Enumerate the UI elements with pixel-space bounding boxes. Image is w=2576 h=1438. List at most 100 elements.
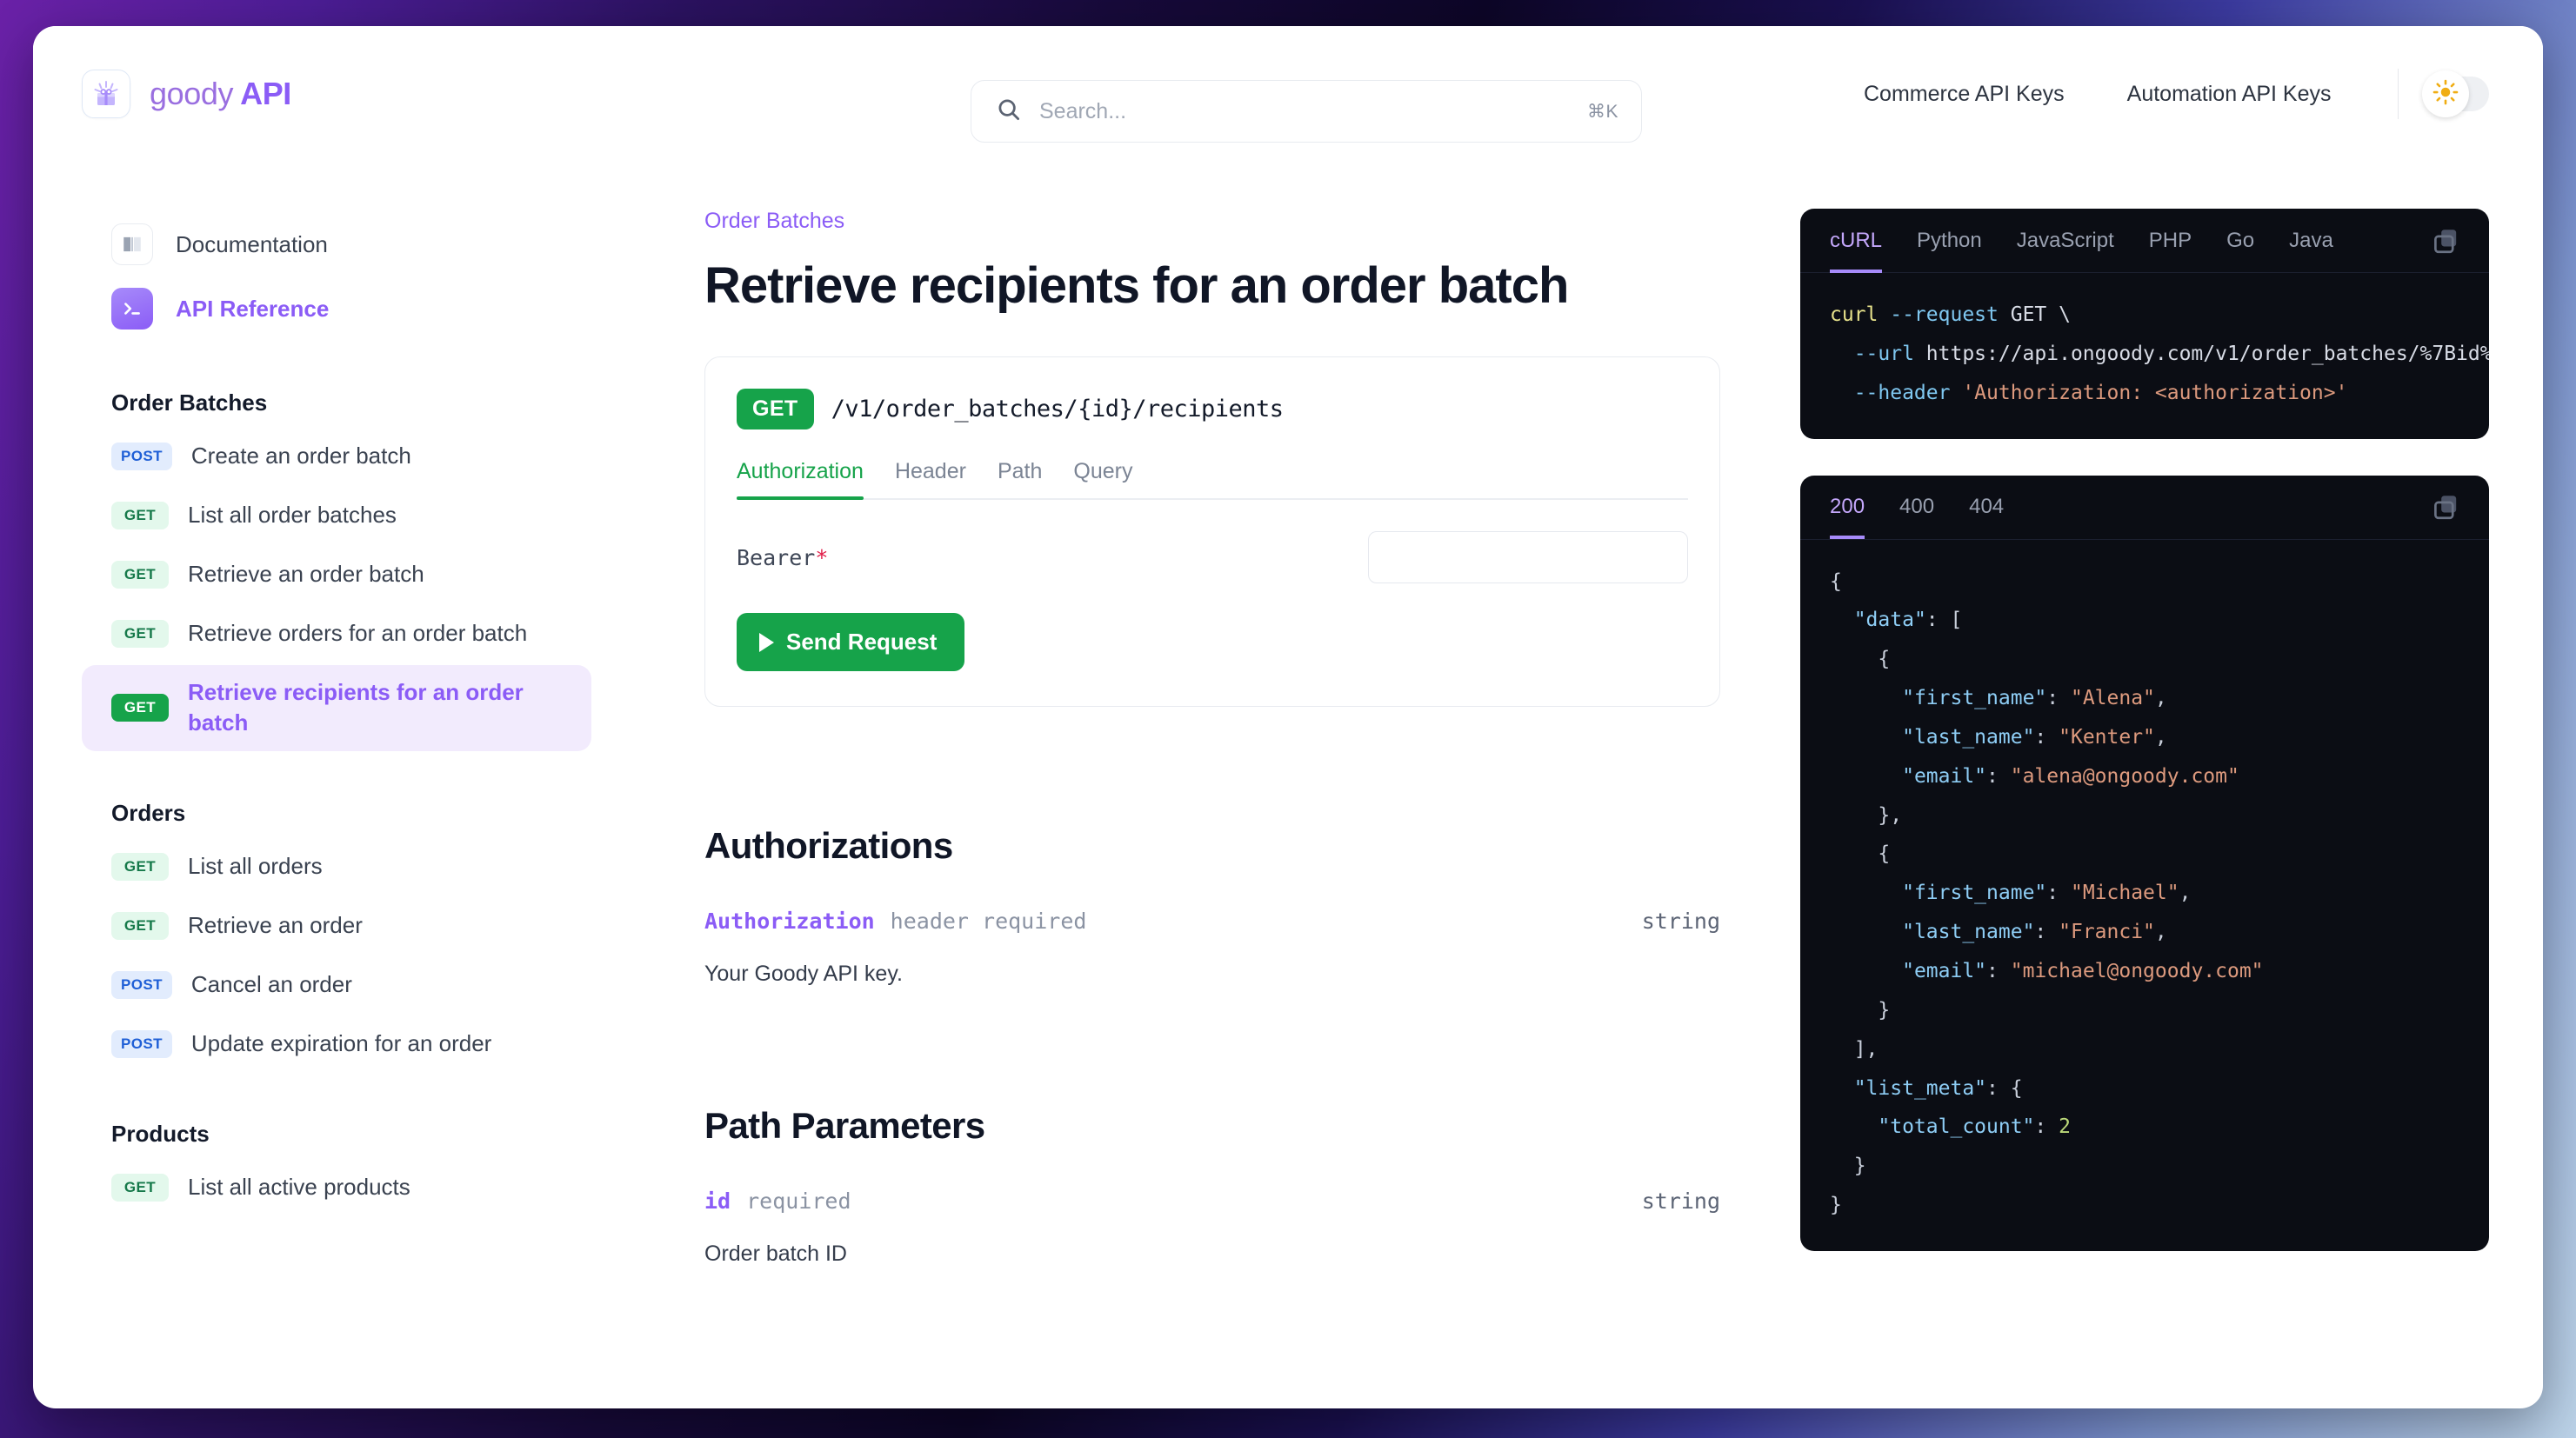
sidebar-item-create-an-order-batch[interactable]: POST Create an order batch <box>82 429 591 484</box>
curl-flag-url: --url <box>1830 342 1914 365</box>
json-line: "list_meta": { <box>1853 1076 2023 1100</box>
tab-header[interactable]: Header <box>895 459 966 498</box>
curl-header-value: 'Authorization: <authorization>' <box>1950 381 2348 404</box>
tab-php[interactable]: PHP <box>2149 209 2192 273</box>
param-type: string <box>1641 1188 1720 1214</box>
method-badge: GET <box>111 853 169 882</box>
json-line: "total_count": 2 <box>1878 1115 2071 1139</box>
nav-commerce-api-keys[interactable]: Commerce API Keys <box>1832 82 2096 107</box>
json-line: "first_name": "Alena", <box>1902 687 2167 710</box>
sidebar-item-label: Create an order batch <box>190 443 411 469</box>
sidebar-group-title-products: Products <box>111 1120 210 1147</box>
sidebar-item-label: List all active products <box>188 1173 410 1200</box>
param-name: Authorization <box>704 909 875 934</box>
json-line: }, <box>1878 803 1903 827</box>
tab-status-404[interactable]: 404 <box>1969 476 2004 540</box>
sidebar-item-label: Retrieve an order batch <box>188 560 424 587</box>
tab-javascript[interactable]: JavaScript <box>2017 209 2114 273</box>
method-badge: GET <box>111 694 169 722</box>
tab-curl[interactable]: cURL <box>1830 209 1883 273</box>
sidebar-item-label: List all orders <box>188 853 323 880</box>
terminal-icon <box>111 288 153 330</box>
brand-wordmark: goody API <box>150 76 291 112</box>
param-description: Order batch ID <box>704 1242 847 1266</box>
param-row-authorization: Authorization header required string <box>704 909 1720 934</box>
curl-flag-header: --header <box>1830 381 1951 404</box>
json-line: "last_name": "Franci", <box>1902 921 2167 944</box>
param-description: Your Goody API key. <box>704 962 903 986</box>
sidebar: Documentation API Reference Order Batche… <box>82 162 612 1408</box>
sidebar-item-api-reference[interactable]: API Reference <box>82 276 591 341</box>
sidebar-item-label: Retrieve an order <box>188 912 363 939</box>
sidebar-item-label: Retrieve orders for an order batch <box>188 619 528 646</box>
curl-method: GET \ <box>1998 303 2071 326</box>
curl-cmd: curl <box>1830 303 1879 326</box>
search-icon <box>996 97 1022 127</box>
bearer-input[interactable] <box>1368 531 1688 583</box>
tab-python[interactable]: Python <box>1917 209 1982 273</box>
bearer-field-row: Bearer* <box>737 531 1688 583</box>
tab-go[interactable]: Go <box>2226 209 2254 273</box>
playground-tabs: Authorization Header Path Query <box>737 459 1688 500</box>
tab-java[interactable]: Java <box>2289 209 2333 273</box>
search-box[interactable]: Search... ⌘K <box>971 80 1642 143</box>
sidebar-item-cancel-an-order[interactable]: POST Cancel an order <box>82 957 591 1013</box>
sidebar-item-label: API Reference <box>176 295 330 322</box>
copy-icon[interactable] <box>2426 488 2465 526</box>
main-layout: Documentation API Reference Order Batche… <box>33 162 2543 1408</box>
send-request-button[interactable]: Send Request <box>737 613 965 671</box>
theme-toggle[interactable] <box>2422 70 2489 117</box>
endpoint-row: GET /v1/order_batches/{id}/recipients <box>737 389 1688 429</box>
bearer-field-label: Bearer* <box>737 544 829 570</box>
breadcrumb[interactable]: Order Batches <box>704 209 1760 234</box>
language-tabs: cURL Python JavaScript PHP Go Java <box>1800 209 2489 273</box>
json-line: "email": "michael@ongoody.com" <box>1902 959 2264 982</box>
search-input[interactable]: Search... <box>1039 99 1570 124</box>
method-badge: GET <box>111 560 169 589</box>
play-icon <box>759 632 774 652</box>
json-line: "last_name": "Kenter", <box>1902 725 2167 749</box>
sidebar-item-label: List all order batches <box>188 501 397 528</box>
sidebar-item-update-expiration-for-an-order[interactable]: POST Update expiration for an order <box>82 1016 591 1072</box>
response-code-panel: 200 400 404 { "data": [ { "first_name": … <box>1800 475 2489 1251</box>
tab-status-200[interactable]: 200 <box>1830 476 1865 540</box>
endpoint-method-badge: GET <box>737 389 814 429</box>
top-navigation: Commerce API Keys Automation API Keys <box>1832 69 2489 119</box>
method-badge: POST <box>111 970 172 999</box>
sidebar-item-documentation[interactable]: Documentation <box>82 212 591 276</box>
copy-icon[interactable] <box>2426 222 2465 260</box>
json-line: } <box>1830 1194 1842 1217</box>
method-badge: POST <box>111 442 172 470</box>
json-line: "email": "alena@ongoody.com" <box>1902 764 2239 788</box>
json-line: { <box>1830 569 1842 593</box>
tab-status-400[interactable]: 400 <box>1899 476 1934 540</box>
sidebar-item-retrieve-an-order-batch[interactable]: GET Retrieve an order batch <box>82 547 591 602</box>
tab-authorization[interactable]: Authorization <box>737 459 864 500</box>
sidebar-item-list-all-orders[interactable]: GET List all orders <box>82 839 591 895</box>
param-row-id: id required string <box>704 1188 1720 1214</box>
sidebar-item-list-all-order-batches[interactable]: GET List all order batches <box>82 488 591 543</box>
code-panels: cURL Python JavaScript PHP Go Java curl … <box>1760 162 2543 1408</box>
response-json-body: { "data": [ { "first_name": "Alena", "la… <box>1800 540 2489 1251</box>
curl-snippet: curl --request GET \ --url https://api.o… <box>1800 273 2489 439</box>
app-window: goody API Search... ⌘K Commerce API Keys … <box>33 26 2543 1408</box>
sidebar-item-label: Update expiration for an order <box>190 1029 492 1056</box>
brand-suffix: API <box>240 76 291 111</box>
sidebar-item-retrieve-an-order[interactable]: GET Retrieve an order <box>82 898 591 954</box>
book-icon <box>111 223 153 265</box>
method-badge: GET <box>111 912 169 941</box>
sidebar-item-label: Documentation <box>176 230 328 257</box>
sidebar-item-label: Cancel an order <box>190 971 352 997</box>
tab-path[interactable]: Path <box>998 459 1042 498</box>
param-meta: header required <box>890 909 1087 934</box>
search-bar[interactable]: Search... ⌘K <box>971 80 1642 143</box>
nav-automation-api-keys[interactable]: Automation API Keys <box>2096 82 2363 107</box>
sidebar-item-list-all-active-products[interactable]: GET List all active products <box>82 1160 591 1215</box>
brand-name: goody <box>150 76 234 111</box>
brand-logo-area[interactable]: goody API <box>82 70 291 118</box>
json-line: { <box>1878 648 1891 671</box>
tab-query[interactable]: Query <box>1073 459 1132 498</box>
sidebar-item-retrieve-orders-for-an-order-batch[interactable]: GET Retrieve orders for an order batch <box>82 606 591 662</box>
sidebar-item-retrieve-recipients-for-an-order-batch[interactable]: GET Retrieve recipients for an order bat… <box>82 664 591 752</box>
param-type: string <box>1641 909 1720 934</box>
